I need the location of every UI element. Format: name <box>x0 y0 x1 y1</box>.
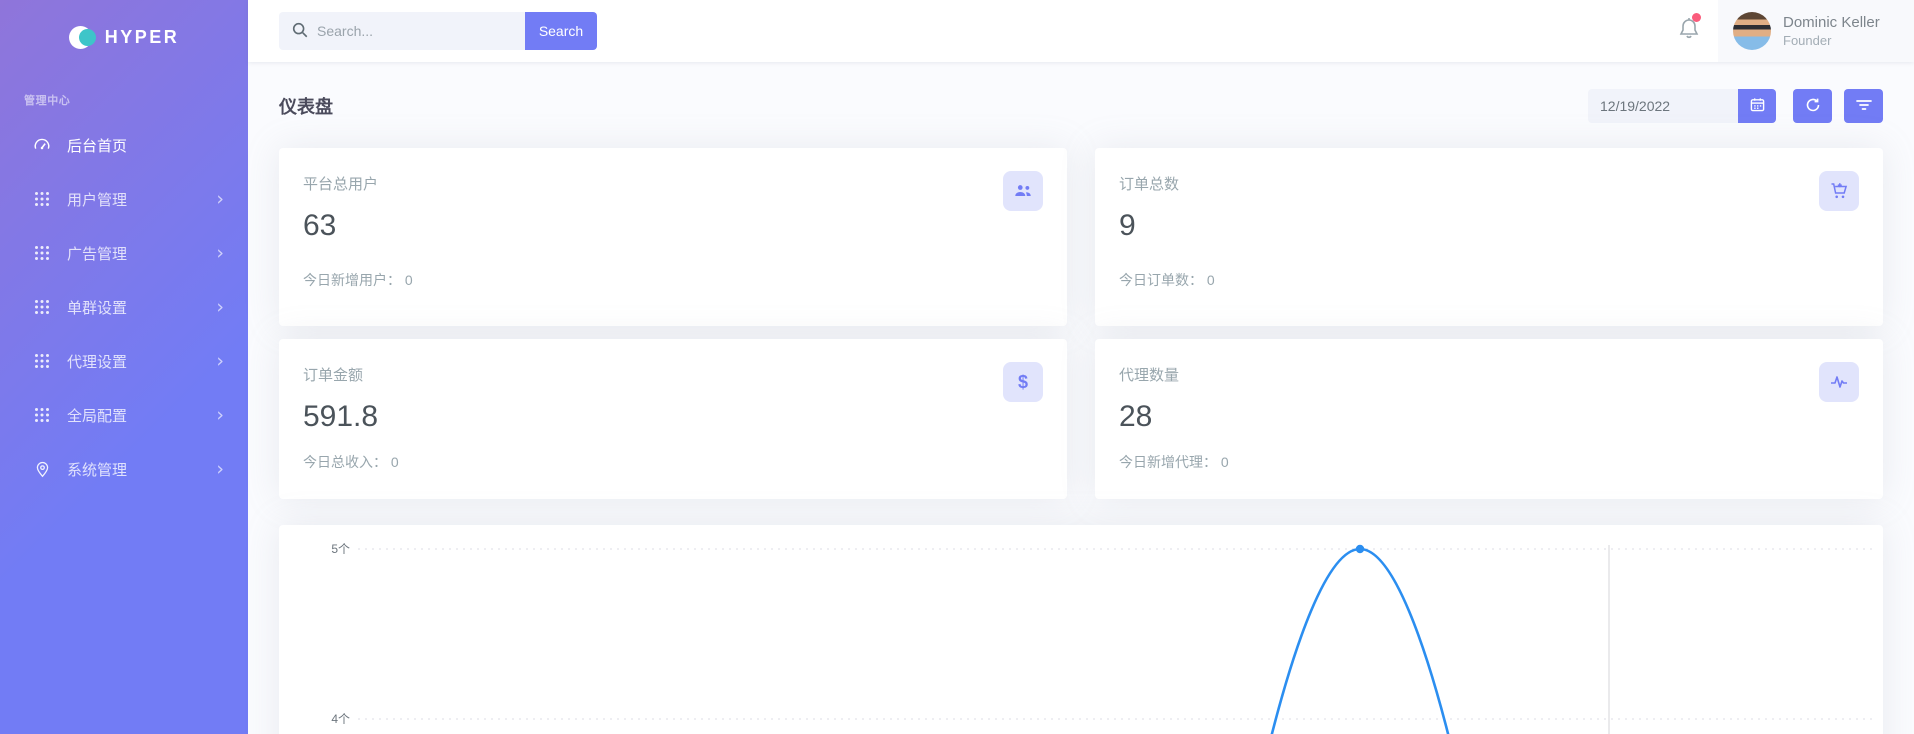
map-pin-icon <box>32 459 52 479</box>
series-line <box>1259 549 1461 734</box>
stat-footer: 今日新增用户： 0 <box>303 270 1043 290</box>
stat-cards: 平台总用户 63 今日新增用户： 0 订单总数 9 今日订单数： 0 订单金额 <box>279 148 1883 499</box>
peak-point-marker <box>1356 545 1364 553</box>
y-tick-5: 5个 <box>331 542 350 556</box>
stat-footer: 今日订单数： 0 <box>1119 270 1859 290</box>
sidebar-item-backend-home[interactable]: 后台首页 <box>0 118 248 172</box>
search-button[interactable]: Search <box>525 12 597 50</box>
grid-icon <box>32 405 52 425</box>
stat-footer: 今日总收入： 0 <box>303 452 1043 472</box>
sidebar-item-label: 广告管理 <box>67 243 127 264</box>
filter-icon <box>1856 98 1872 115</box>
sidebar-item-group-settings[interactable]: 单群设置 › <box>0 280 248 334</box>
grid-icon <box>32 243 52 263</box>
notification-unread-dot <box>1692 13 1701 22</box>
sidebar-item-label: 全局配置 <box>67 405 127 426</box>
sidebar-item-label: 后台首页 <box>67 135 127 156</box>
sidebar-item-ad-management[interactable]: 广告管理 › <box>0 226 248 280</box>
user-name: Dominic Keller <box>1783 14 1880 31</box>
orders-trend-chart[interactable]: 5个 4个 <box>279 525 1883 734</box>
grid-icon <box>32 297 52 317</box>
chevron-right-icon: › <box>216 298 224 317</box>
stat-card-order-amount: 订单金额 591.8 今日总收入： 0 $ <box>279 339 1067 499</box>
calendar-button[interactable] <box>1738 89 1776 123</box>
stat-value: 9 <box>1119 209 1859 243</box>
sidebar-item-user-management[interactable]: 用户管理 › <box>0 172 248 226</box>
stat-card-total-orders: 订单总数 9 今日订单数： 0 <box>1095 148 1883 326</box>
sidebar-item-global-config[interactable]: 全局配置 › <box>0 388 248 442</box>
search-input[interactable] <box>279 12 525 50</box>
grid-icon <box>32 189 52 209</box>
chevron-right-icon: › <box>216 244 224 263</box>
stat-value: 63 <box>303 209 1043 243</box>
grid-icon <box>32 351 52 371</box>
stat-label: 订单金额 <box>303 364 1043 385</box>
user-menu[interactable]: Dominic Keller Founder <box>1718 0 1914 62</box>
stat-value: 28 <box>1119 400 1859 434</box>
sidebar-item-label: 代理设置 <box>67 351 127 372</box>
dollar-icon: $ <box>1003 362 1043 402</box>
notifications-button[interactable] <box>1660 16 1718 47</box>
stat-value: 591.8 <box>303 400 1043 434</box>
stat-label: 平台总用户 <box>303 173 1043 194</box>
users-icon <box>1003 171 1043 211</box>
stat-label: 订单总数 <box>1119 173 1859 194</box>
chevron-right-icon: › <box>216 190 224 209</box>
chevron-right-icon: › <box>216 460 224 479</box>
y-tick-4: 4个 <box>331 712 350 726</box>
sidebar-item-label: 系统管理 <box>67 459 127 480</box>
speedometer-icon <box>32 135 52 155</box>
sidebar-section-label: 管理中心 <box>0 74 248 118</box>
stat-footer: 今日新增代理： 0 <box>1119 452 1859 472</box>
pulse-icon <box>1819 362 1859 402</box>
cart-icon <box>1819 171 1859 211</box>
brand-logo-icon <box>69 25 96 50</box>
chevron-right-icon: › <box>216 352 224 371</box>
sidebar-item-agent-settings[interactable]: 代理设置 › <box>0 334 248 388</box>
date-input[interactable] <box>1588 89 1738 123</box>
refresh-button[interactable] <box>1793 89 1832 123</box>
brand-name: HYPER <box>105 27 180 48</box>
page-head: 仪表盘 <box>279 88 1883 124</box>
sidebar: HYPER 管理中心 后台首页 用户管理 › <box>0 0 248 734</box>
sidebar-item-system-management[interactable]: 系统管理 › <box>0 442 248 496</box>
stat-card-total-users: 平台总用户 63 今日新增用户： 0 <box>279 148 1067 326</box>
refresh-icon <box>1805 97 1821 116</box>
sidebar-item-label: 用户管理 <box>67 189 127 210</box>
sidebar-item-label: 单群设置 <box>67 297 127 318</box>
search-icon <box>291 21 309 44</box>
brand-logo[interactable]: HYPER <box>0 0 248 74</box>
stat-label: 代理数量 <box>1119 364 1859 385</box>
line-chart-canvas: 5个 4个 <box>279 525 1883 734</box>
chevron-right-icon: › <box>216 406 224 425</box>
date-picker-group <box>1588 89 1776 123</box>
calendar-icon <box>1750 97 1765 115</box>
page-title: 仪表盘 <box>279 93 333 119</box>
search-group: Search <box>279 12 597 50</box>
avatar <box>1733 12 1771 50</box>
stat-card-agent-count: 代理数量 28 今日新增代理： 0 <box>1095 339 1883 499</box>
topbar: Search Dominic Keller Founder <box>248 0 1914 62</box>
user-role: Founder <box>1783 33 1880 48</box>
filter-button[interactable] <box>1844 89 1883 123</box>
